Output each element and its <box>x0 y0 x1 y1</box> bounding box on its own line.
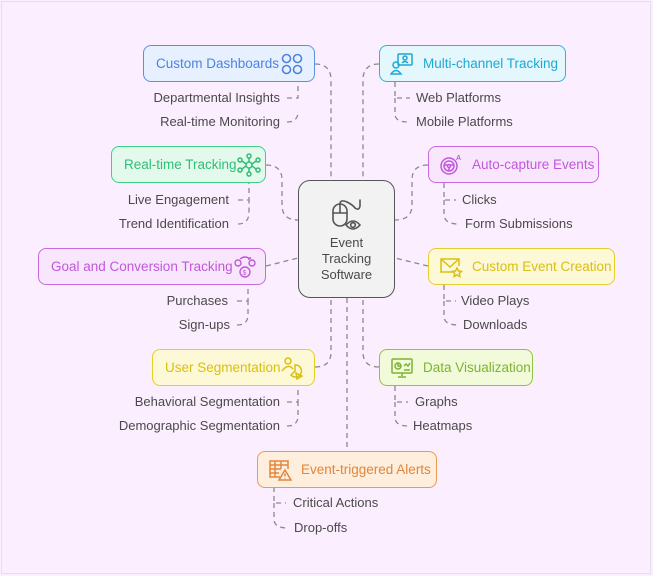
money-exchange-icon: $ <box>233 255 257 279</box>
branch-label: Multi-channel Tracking <box>423 56 559 71</box>
svg-text:A: A <box>456 155 461 162</box>
leaf-web-platforms: Web Platforms <box>416 90 502 105</box>
branch-label: Real-time Tracking <box>124 157 237 172</box>
leaf-heatmaps: Heatmaps <box>413 418 473 433</box>
envelope-star-icon <box>439 255 463 279</box>
steering-auto-icon: A <box>439 153 463 177</box>
branch-label: User Segmentation <box>165 360 281 375</box>
central-title-line-3: Software <box>320 267 373 282</box>
branch-custom-event-creation[interactable]: Custom Event Creation <box>428 248 615 285</box>
branch-label: Auto-capture Events <box>472 157 595 172</box>
leaf-mobile-platforms: Mobile Platforms <box>416 114 513 129</box>
leaf-purchases: Purchases <box>166 293 228 308</box>
connector-user-segmentation <box>314 298 332 368</box>
leaf-behavioral-segmentation: Behavioral Segmentation <box>134 394 280 409</box>
connector-real-time-tracking <box>265 164 299 221</box>
connector-real-time-monitoring <box>286 111 299 123</box>
branch-label: Data Visualization <box>423 360 531 375</box>
connector-auto-capture <box>394 164 429 221</box>
branch-label: Custom Dashboards <box>156 56 280 71</box>
central-title-line-2: Tracking <box>321 251 372 266</box>
connector-graphs <box>394 386 408 403</box>
user-monitor-icon <box>390 52 414 76</box>
branch-real-time-tracking[interactable]: Real-time Tracking <box>111 146 266 183</box>
monitor-chart-icon <box>390 356 414 380</box>
leaf-departmental-insights: Departmental Insights <box>153 90 280 105</box>
branch-custom-dashboards[interactable]: Custom Dashboards <box>143 45 315 82</box>
branch-multi-channel-tracking[interactable]: Multi-channel Tracking <box>379 45 566 82</box>
branch-data-visualization[interactable]: Data Visualization <box>379 349 533 386</box>
connector-trend-identification <box>237 200 250 225</box>
connector-web-platforms <box>394 82 410 99</box>
user-pie-icon <box>280 356 305 380</box>
leaf-video-plays: Video Plays <box>461 293 530 308</box>
leaf-sign-ups: Sign-ups <box>178 317 230 332</box>
leaf-graphs: Graphs <box>415 394 458 409</box>
mouse-eye-icon <box>329 197 365 233</box>
leaf-clicks: Clicks <box>462 192 497 207</box>
central-topic-event-tracking-software[interactable]: Event Tracking Software <box>298 180 395 298</box>
branch-goal-conversion-tracking[interactable]: Goal and Conversion Tracking $ <box>38 248 266 285</box>
connector-goal-conversion <box>265 257 299 267</box>
connector-data-visualization <box>362 298 380 368</box>
branch-user-segmentation[interactable]: User Segmentation <box>152 349 315 386</box>
central-title-line-1: Event <box>329 235 364 250</box>
connector-demographic-segmentation <box>286 402 299 427</box>
connector-heatmaps <box>394 402 409 427</box>
connector-purchases <box>237 285 249 302</box>
leaf-live-engagement: Live Engagement <box>127 192 229 207</box>
connector-form-submissions <box>443 200 459 225</box>
connector-mobile-platforms <box>394 98 409 123</box>
connector-sign-ups <box>236 301 249 326</box>
grid-circles-icon <box>280 52 304 76</box>
connector-clicks <box>443 183 456 201</box>
leaf-trend-identification: Trend Identification <box>118 216 229 231</box>
leaf-form-submissions: Form Submissions <box>465 216 573 231</box>
branch-auto-capture-events[interactable]: A Auto-capture Events <box>428 146 599 183</box>
svg-text:$: $ <box>242 270 246 277</box>
connector-downloads <box>443 301 459 326</box>
leaf-real-time-monitoring: Real-time Monitoring <box>160 114 280 129</box>
leaf-demographic-segmentation: Demographic Segmentation <box>118 418 280 433</box>
connector-video-plays <box>443 285 456 302</box>
connector-critical-actions <box>273 487 286 504</box>
connector-custom-event-creation <box>394 257 429 267</box>
branch-label: Custom Event Creation <box>472 259 612 274</box>
connector-custom-dashboards <box>314 63 332 180</box>
connector-multi-channel <box>362 63 380 180</box>
branch-label: Event-triggered Alerts <box>301 462 431 477</box>
network-nodes-icon <box>236 152 261 177</box>
connector-drop-offs <box>273 503 289 529</box>
connector-behavioral-segmentation <box>287 386 299 403</box>
connector-live-engagement <box>238 183 250 201</box>
table-warning-icon <box>268 458 292 482</box>
leaf-downloads: Downloads <box>463 317 528 332</box>
branch-event-triggered-alerts[interactable]: Event-triggered Alerts <box>257 451 437 488</box>
leaf-critical-actions: Critical Actions <box>293 495 379 510</box>
branch-label: Goal and Conversion Tracking <box>51 259 233 274</box>
leaf-drop-offs: Drop-offs <box>294 520 348 535</box>
